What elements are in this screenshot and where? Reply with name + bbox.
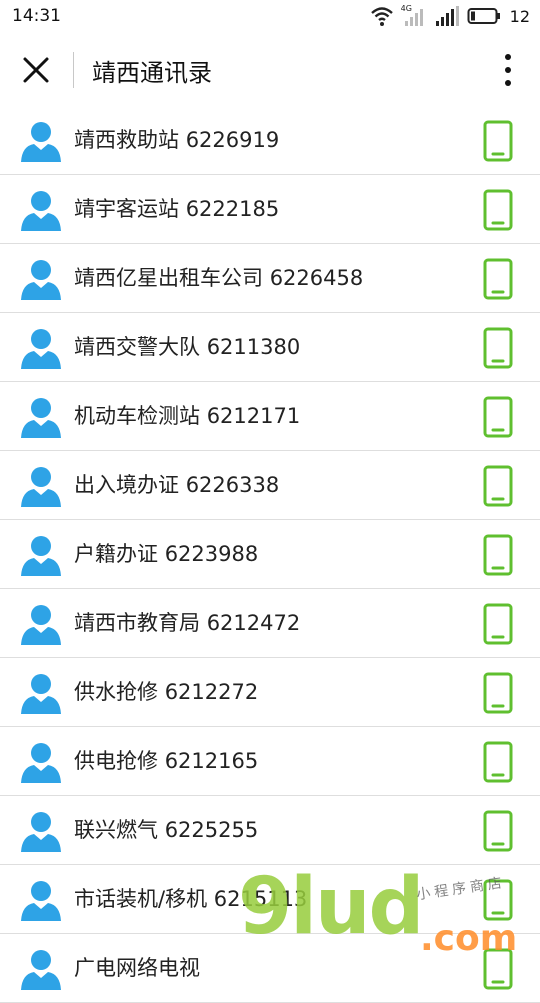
contact-label: 市话装机/移机 6215113	[74, 865, 307, 933]
person-icon	[21, 743, 61, 783]
person-icon	[21, 881, 61, 921]
mobile-phone-icon[interactable]	[483, 327, 513, 369]
nav-bar: 靖西通讯录	[0, 34, 540, 107]
mobile-phone-icon[interactable]	[483, 741, 513, 783]
contact-phone: 6223988	[164, 542, 259, 566]
contact-phone: 6211380	[206, 335, 301, 359]
contact-phone: 6225255	[164, 818, 259, 842]
person-icon	[21, 674, 61, 714]
contact-name: 靖宇客运站	[74, 197, 179, 221]
contact-list: 靖西救助站 6226919 靖宇客运站 6222185 靖西亿星出租车公司 62…	[0, 106, 540, 1003]
nav-divider	[73, 52, 74, 88]
person-icon	[21, 122, 61, 162]
contact-phone: 6226919	[185, 128, 280, 152]
person-icon	[21, 812, 61, 852]
contact-phone: 6212165	[164, 749, 259, 773]
mobile-phone-icon[interactable]	[483, 189, 513, 231]
contact-row[interactable]: 靖西交警大队 6211380	[0, 313, 540, 382]
contact-label: 靖西交警大队 6211380	[74, 313, 300, 381]
contact-name: 户籍办证	[74, 542, 158, 566]
contact-row[interactable]: 市话装机/移机 6215113	[0, 865, 540, 934]
status-bar: 14:31 4G 12	[0, 0, 540, 34]
contact-phone: 6226338	[185, 473, 280, 497]
contact-name: 靖西交警大队	[74, 335, 200, 359]
contact-row[interactable]: 机动车检测站 6212171	[0, 382, 540, 451]
person-icon	[21, 536, 61, 576]
contact-phone: 6215113	[213, 887, 308, 911]
contact-name: 靖西市教育局	[74, 611, 200, 635]
mobile-phone-icon[interactable]	[483, 534, 513, 576]
contact-row[interactable]: 户籍办证 6223988	[0, 520, 540, 589]
contact-row[interactable]: 靖宇客运站 6222185	[0, 175, 540, 244]
contact-row[interactable]: 供水抢修 6212272	[0, 658, 540, 727]
contact-row[interactable]: 靖西救助站 6226919	[0, 106, 540, 175]
more-vertical-icon[interactable]	[498, 52, 518, 88]
close-icon[interactable]	[18, 52, 54, 88]
status-time: 14:31	[12, 6, 61, 26]
person-icon	[21, 467, 61, 507]
battery-level: 12	[509, 6, 530, 26]
person-icon	[21, 950, 61, 990]
contact-label: 供水抢修 6212272	[74, 658, 258, 726]
person-icon	[21, 605, 61, 645]
contact-name: 出入境办证	[74, 473, 179, 497]
contact-phone: 6226458	[269, 266, 364, 290]
person-icon	[21, 191, 61, 231]
person-icon	[21, 329, 61, 369]
contact-label: 户籍办证 6223988	[74, 520, 258, 588]
person-icon	[21, 398, 61, 438]
contact-row[interactable]: 供电抢修 6212165	[0, 727, 540, 796]
mobile-phone-icon[interactable]	[483, 810, 513, 852]
mobile-phone-icon[interactable]	[483, 396, 513, 438]
wifi-icon	[370, 7, 393, 26]
contact-row[interactable]: 出入境办证 6226338	[0, 451, 540, 520]
contact-row[interactable]: 靖西市教育局 6212472	[0, 589, 540, 658]
contact-name: 机动车检测站	[74, 404, 200, 428]
contact-label: 广电网络电视	[74, 934, 200, 1002]
contact-phone: 6212472	[206, 611, 301, 635]
contact-name: 靖西亿星出租车公司	[74, 266, 263, 290]
signal-bars-icon-2	[435, 6, 459, 26]
contact-name: 市话装机/移机	[74, 887, 208, 911]
contact-label: 靖宇客运站 6222185	[74, 175, 279, 243]
contact-name: 供电抢修	[74, 749, 158, 773]
status-icons: 4G 12	[370, 4, 530, 27]
contact-label: 联兴燃气 6225255	[74, 796, 258, 864]
contact-label: 出入境办证 6226338	[74, 451, 279, 519]
mobile-phone-icon[interactable]	[483, 465, 513, 507]
contact-row[interactable]: 靖西亿星出租车公司 6226458	[0, 244, 540, 313]
mobile-phone-icon[interactable]	[483, 120, 513, 162]
contact-label: 靖西亿星出租车公司 6226458	[74, 244, 363, 312]
page-title: 靖西通讯录	[92, 59, 212, 87]
contact-name: 供水抢修	[74, 680, 158, 704]
person-icon	[21, 260, 61, 300]
mobile-phone-icon[interactable]	[483, 672, 513, 714]
contact-label: 机动车检测站 6212171	[74, 382, 300, 450]
cellular-4g-signal-icon: 4G	[400, 4, 427, 27]
contact-label: 靖西市教育局 6212472	[74, 589, 300, 657]
mobile-phone-icon[interactable]	[483, 258, 513, 300]
contact-row[interactable]: 广电网络电视	[0, 934, 540, 1003]
contact-phone: 6212272	[164, 680, 259, 704]
mobile-phone-icon[interactable]	[483, 948, 513, 990]
mobile-phone-icon[interactable]	[483, 603, 513, 645]
contact-label: 供电抢修 6212165	[74, 727, 258, 795]
contact-name: 靖西救助站	[74, 128, 179, 152]
contact-row[interactable]: 联兴燃气 6225255	[0, 796, 540, 865]
battery-icon	[467, 8, 500, 24]
contact-label: 靖西救助站 6226919	[74, 106, 279, 174]
mobile-phone-icon[interactable]	[483, 879, 513, 921]
contact-name: 联兴燃气	[74, 818, 158, 842]
contact-phone: 6222185	[185, 197, 280, 221]
network-type-label: 4G	[400, 4, 412, 13]
contact-phone: 6212171	[206, 404, 301, 428]
